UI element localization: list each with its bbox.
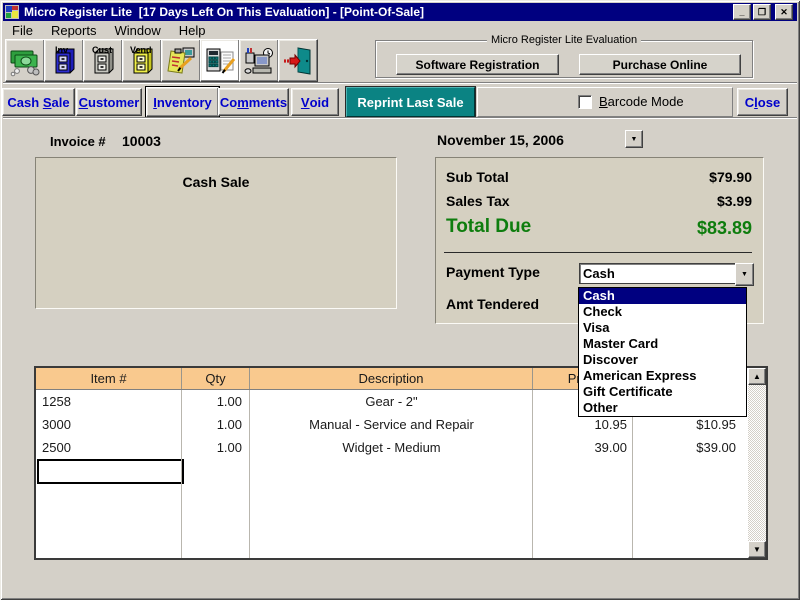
payment-option[interactable]: American Express — [579, 368, 746, 384]
payment-option[interactable]: Gift Certificate — [579, 384, 746, 400]
menu-window[interactable]: Window — [105, 23, 169, 38]
vendor-cabinet-icon: Vend — [126, 45, 158, 77]
sub-total-label: Sub Total — [446, 169, 509, 185]
scroll-up-button[interactable]: ▲ — [748, 368, 766, 385]
evaluation-title: Micro Register Lite Evaluation — [487, 34, 641, 46]
grid-cell[interactable]: Widget - Medium — [250, 436, 533, 459]
toolbar: Inv Cust Vend — [3, 38, 797, 83]
clipboard-icon — [165, 45, 197, 77]
tab-customer[interactable]: Customer — [76, 88, 142, 116]
grid-header-cell: Description — [250, 368, 533, 389]
svg-text:Cust: Cust — [92, 45, 112, 55]
grid-cell[interactable]: Gear - 2" — [250, 390, 533, 413]
minimize-button[interactable]: _ — [733, 4, 751, 20]
payment-option[interactable]: Visa — [579, 320, 746, 336]
application-window: { "window": { "title": "Micro Register L… — [0, 0, 800, 600]
payment-option[interactable]: Discover — [579, 352, 746, 368]
menu-file[interactable]: File — [3, 23, 42, 38]
invoice-date: November 15, 2006 — [437, 132, 564, 148]
inventory-button[interactable]: Inv — [44, 39, 84, 82]
grid-cell[interactable]: Manual - Service and Repair — [250, 413, 533, 436]
inventory-cabinet-icon: Inv — [48, 45, 80, 77]
exit-button[interactable] — [278, 39, 318, 82]
payment-option[interactable]: Cash — [579, 288, 746, 304]
scroll-down-button[interactable]: ▼ — [748, 541, 766, 558]
grid-cell[interactable]: 1.00 — [182, 413, 250, 436]
grid-cell[interactable]: 1.00 — [182, 436, 250, 459]
total-due-value: $83.89 — [697, 218, 752, 239]
grid-cell[interactable]: 1.00 — [182, 390, 250, 413]
payment-type-value: Cash — [583, 266, 615, 281]
amt-tendered-label: Amt Tendered — [446, 296, 539, 312]
payment-type-combobox[interactable]: Cash — [579, 263, 736, 284]
menu-bar: File Reports Window Help — [3, 22, 797, 38]
menu-reports[interactable]: Reports — [42, 23, 106, 38]
money-icon — [9, 45, 41, 77]
reprint-last-sale-button[interactable]: Reprint Last Sale — [346, 87, 475, 117]
barcode-panel: Barcode Mode — [477, 87, 733, 117]
svg-text:Inv: Inv — [55, 45, 68, 55]
payment-option[interactable]: Other — [579, 400, 746, 416]
window-title: Micro Register Lite [17 Days Left On Thi… — [24, 5, 733, 19]
sales-tax-label: Sales Tax — [446, 193, 510, 209]
divider — [3, 117, 797, 119]
sales-tax-value: $3.99 — [717, 193, 752, 209]
calculator-icon — [204, 45, 236, 77]
grid-cell[interactable]: 39.00 — [533, 436, 633, 459]
grid-cell[interactable]: $39.00 — [633, 436, 744, 459]
customer-button[interactable]: Cust — [83, 39, 123, 82]
invoice-number: 10003 — [122, 133, 161, 149]
menu-help[interactable]: Help — [170, 23, 215, 38]
grid-scrollbar[interactable]: ▲ ▼ — [748, 368, 766, 558]
payment-option[interactable]: Master Card — [579, 336, 746, 352]
grid-cell[interactable]: 2500 — [36, 436, 182, 459]
grid-header-cell: Item # — [36, 368, 182, 389]
payment-option[interactable]: Check — [579, 304, 746, 320]
calculator-button[interactable] — [200, 39, 240, 82]
point-of-sale-button[interactable] — [161, 39, 201, 82]
tab-cash-sale[interactable]: Cash Sale — [2, 88, 75, 116]
tab-void[interactable]: Void — [291, 88, 339, 116]
customer-cabinet-icon: Cust — [87, 45, 119, 77]
date-dropdown-button[interactable]: ▼ — [625, 130, 643, 148]
sub-total-value: $79.90 — [709, 169, 752, 185]
vendor-button[interactable]: Vend — [122, 39, 162, 82]
workstation-icon — [243, 45, 275, 77]
tab-comments[interactable]: Comments — [218, 88, 289, 116]
exit-door-icon — [282, 45, 314, 77]
workstation-button[interactable] — [239, 39, 279, 82]
selected-cell[interactable] — [37, 459, 184, 484]
app-icon — [5, 5, 19, 19]
sale-type-text: Cash Sale — [183, 174, 250, 190]
payment-type-listbox: CashCheckVisaMaster CardDiscoverAmerican… — [578, 287, 747, 417]
svg-text:Vend: Vend — [130, 45, 152, 55]
evaluation-groupbox: Micro Register Lite Evaluation Software … — [375, 40, 753, 78]
grid-cell[interactable]: 3000 — [36, 413, 182, 436]
sale-type-box: Cash Sale — [35, 157, 397, 309]
payment-type-dropdown-button[interactable]: ▼ — [735, 263, 754, 286]
purchase-online-button[interactable]: Purchase Online — [579, 54, 741, 75]
invoice-label: Invoice # — [50, 134, 106, 149]
cash-register-button[interactable] — [5, 39, 45, 82]
grid-header-cell: Qty — [182, 368, 250, 389]
window-close-button[interactable]: ✕ — [775, 4, 793, 20]
close-button[interactable]: Close — [737, 88, 788, 116]
totals-separator — [444, 252, 752, 253]
tab-inventory[interactable]: Inventory — [146, 87, 219, 117]
software-registration-button[interactable]: Software Registration — [396, 54, 559, 75]
grid-cell[interactable]: 1258 — [36, 390, 182, 413]
barcode-mode-label: Barcode Mode — [599, 94, 684, 109]
title-bar[interactable]: Micro Register Lite [17 Days Left On Thi… — [3, 3, 797, 21]
payment-type-label: Payment Type — [446, 264, 540, 280]
restore-button[interactable]: ❐ — [753, 4, 771, 20]
barcode-mode-checkbox[interactable] — [578, 95, 592, 109]
total-due-label: Total Due — [446, 216, 531, 238]
